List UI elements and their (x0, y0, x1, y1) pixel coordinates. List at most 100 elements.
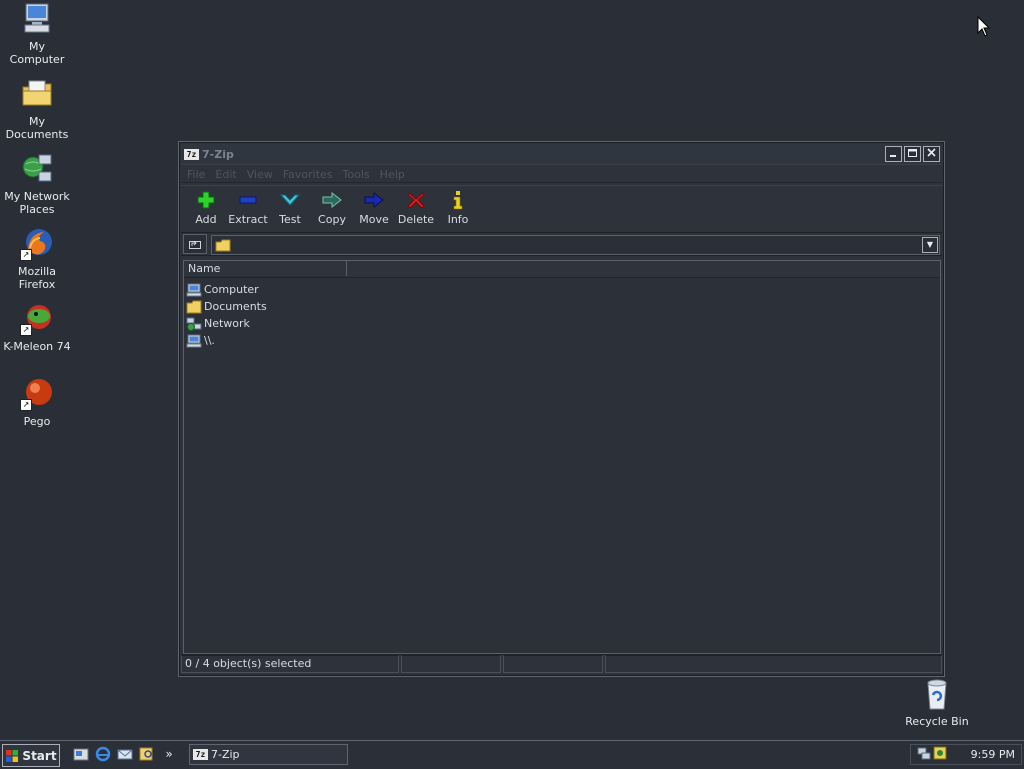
desktop-icon-label: My Computer (9, 40, 65, 66)
internet-explorer-icon[interactable] (94, 745, 112, 763)
search-icon[interactable] (138, 745, 156, 763)
path-combobox[interactable]: ▼ (211, 235, 940, 255)
clock[interactable]: 9:59 PM (971, 748, 1015, 761)
move-button[interactable]: Move (353, 186, 395, 226)
column-header-filler (347, 261, 940, 277)
taskbar-item-label: 7-Zip (211, 748, 240, 761)
recycle-bin-icon (920, 677, 954, 711)
firefox-icon: ↗ (20, 227, 54, 261)
shortcut-arrow-icon: ↗ (20, 324, 32, 336)
menu-view[interactable]: View (247, 168, 273, 181)
status-pane-2 (401, 655, 501, 673)
list-header: Name (184, 261, 940, 278)
shortcut-arrow-icon: ↗ (20, 399, 32, 411)
list-item[interactable]: Computer (186, 281, 940, 298)
desktop-icon-label: Recycle Bin (905, 715, 969, 728)
k-meleon-icon: ↗ (20, 302, 54, 336)
quick-launch: » (72, 745, 178, 763)
dropdown-arrow-icon[interactable]: ▼ (922, 237, 938, 253)
seven-zip-task-icon: 7z (193, 749, 208, 760)
start-label: Start (22, 748, 57, 763)
system-tray: 9:59 PM (910, 744, 1022, 765)
column-header-name[interactable]: Name (184, 261, 347, 276)
folder-icon (186, 300, 202, 314)
list-item-name: \\. (204, 334, 215, 347)
computer-icon (186, 283, 202, 297)
add-button[interactable]: Add (185, 186, 227, 226)
info-button[interactable]: Info (437, 186, 479, 226)
info-label: Info (447, 213, 469, 226)
copy-icon (322, 191, 342, 209)
minimize-icon (890, 155, 896, 157)
desktop-icon-my-network-places[interactable]: My Network Places (0, 152, 74, 216)
seven-zip-app-icon: 7z (184, 148, 199, 160)
tray-network-icon[interactable] (917, 746, 931, 763)
test-label: Test (279, 213, 301, 226)
desktop-icon-label: My Network Places (4, 190, 70, 216)
maximize-icon (908, 149, 917, 157)
list-item-name: Documents (204, 300, 267, 313)
list-item[interactable]: Documents (186, 298, 940, 315)
tray-app-icon[interactable] (933, 746, 947, 763)
extract-button[interactable]: Extract (227, 186, 269, 226)
start-button[interactable]: Start (2, 744, 60, 767)
seven-zip-window: 7z 7-Zip File Edit View Favorites Tools … (178, 141, 945, 677)
test-button[interactable]: Test (269, 186, 311, 226)
add-label: Add (195, 213, 217, 226)
move-label: Move (359, 213, 389, 226)
status-bar: 0 / 4 object(s) selected (181, 654, 942, 673)
up-folder-icon (189, 240, 201, 249)
test-icon (279, 194, 301, 206)
outlook-express-icon[interactable] (116, 745, 134, 763)
menu-help[interactable]: Help (380, 168, 405, 181)
my-documents-icon (20, 77, 54, 111)
maximize-button[interactable] (904, 146, 921, 162)
taskbar-item-7zip[interactable]: 7z 7-Zip (189, 744, 348, 765)
window-title: 7-Zip (202, 147, 234, 161)
desktop-icon-my-computer[interactable]: My Computer (0, 2, 74, 66)
move-icon (364, 191, 384, 209)
shortcut-arrow-icon: ↗ (20, 249, 32, 261)
list-item[interactable]: \\. (186, 332, 940, 349)
delete-button[interactable]: Delete (395, 186, 437, 226)
extract-icon (239, 196, 257, 204)
show-desktop-icon[interactable] (72, 745, 90, 763)
address-bar: ▼ (181, 233, 942, 256)
desktop-icon-label: Mozilla Firefox (18, 265, 56, 291)
menu-file[interactable]: File (187, 168, 205, 181)
status-pane-4 (605, 655, 942, 673)
minimize-button[interactable] (885, 146, 902, 162)
list-item[interactable]: Network (186, 315, 940, 332)
menu-edit[interactable]: Edit (215, 168, 236, 181)
list-item-name: Network (204, 317, 250, 330)
add-icon (197, 191, 215, 209)
status-selection: 0 / 4 object(s) selected (181, 655, 399, 673)
menu-bar: File Edit View Favorites Tools Help (181, 166, 942, 183)
desktop-icon-recycle-bin[interactable]: Recycle Bin (900, 677, 974, 728)
network-icon (186, 317, 202, 331)
computer-icon (186, 334, 202, 348)
windows-logo-icon (6, 749, 19, 762)
desktop-icon-k-meleon[interactable]: ↗ K-Meleon 74 (0, 302, 74, 353)
up-folder-button[interactable] (183, 234, 207, 254)
file-list[interactable]: Name Computer Documents Network \\. (183, 260, 941, 654)
my-computer-icon (20, 2, 54, 36)
status-pane-3 (503, 655, 603, 673)
menu-favorites[interactable]: Favorites (283, 168, 333, 181)
desktop-icon-my-documents[interactable]: My Documents (0, 77, 74, 141)
desktop-icon-pego[interactable]: ↗ Pego (0, 377, 74, 428)
copy-button[interactable]: Copy (311, 186, 353, 226)
menu-tools[interactable]: Tools (343, 168, 370, 181)
title-bar[interactable]: 7z 7-Zip (181, 144, 942, 165)
desktop-icon-label: My Documents (5, 115, 69, 141)
info-icon (453, 191, 463, 210)
close-button[interactable] (923, 146, 940, 162)
desktop-icon-label: K-Meleon 74 (3, 340, 71, 353)
list-item-name: Computer (204, 283, 259, 296)
delete-icon (407, 192, 425, 209)
desktop-icon-mozilla-firefox[interactable]: ↗ Mozilla Firefox (0, 227, 74, 291)
pego-icon: ↗ (20, 377, 54, 411)
close-icon (927, 148, 936, 157)
quick-launch-more-chevron[interactable]: » (160, 745, 178, 763)
mouse-cursor-icon (977, 15, 991, 41)
